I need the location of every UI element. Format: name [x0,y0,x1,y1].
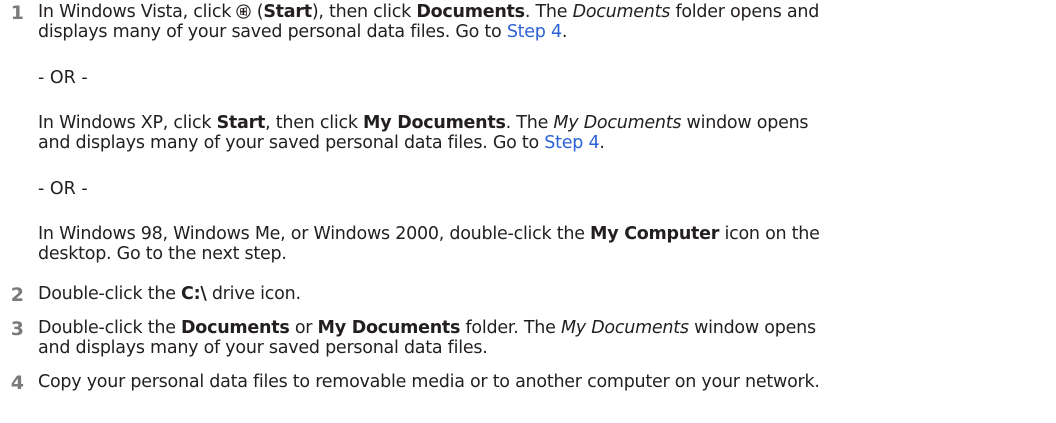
or-separator: - OR - [38,68,88,88]
start-label: Start [263,2,312,22]
documents-label: Documents [416,2,525,22]
step-number: 3 [10,318,24,340]
documents-label: Documents [181,318,290,338]
step-1-xp-paragraph: In Windows XP, click Start, then click M… [38,113,809,153]
step-number: 2 [10,284,24,306]
step-1-legacy-paragraph: In Windows 98, Windows Me, or Windows 20… [38,224,820,264]
windows-start-orb-icon [236,4,252,19]
step-number: 1 [10,2,24,24]
instruction-document: 1 In Windows Vista, click (Start), then … [0,0,1056,423]
step-number: 4 [10,372,24,394]
or-separator: - OR - [38,179,88,199]
step-4-link[interactable]: Step 4 [507,22,562,42]
my-computer-label: My Computer [590,224,720,244]
my-documents-label: My Documents [363,113,506,133]
start-label: Start [216,113,266,133]
drive-label: C:\ [181,284,207,304]
my-documents-window-name: My Documents [553,113,682,133]
documents-folder-name: Documents [572,2,671,22]
step-1-vista-paragraph: In Windows Vista, click (Start), then cl… [38,2,820,42]
my-documents-window-name: My Documents [560,318,689,338]
my-documents-label: My Documents [317,318,461,338]
step-4-link[interactable]: Step 4 [544,133,599,153]
